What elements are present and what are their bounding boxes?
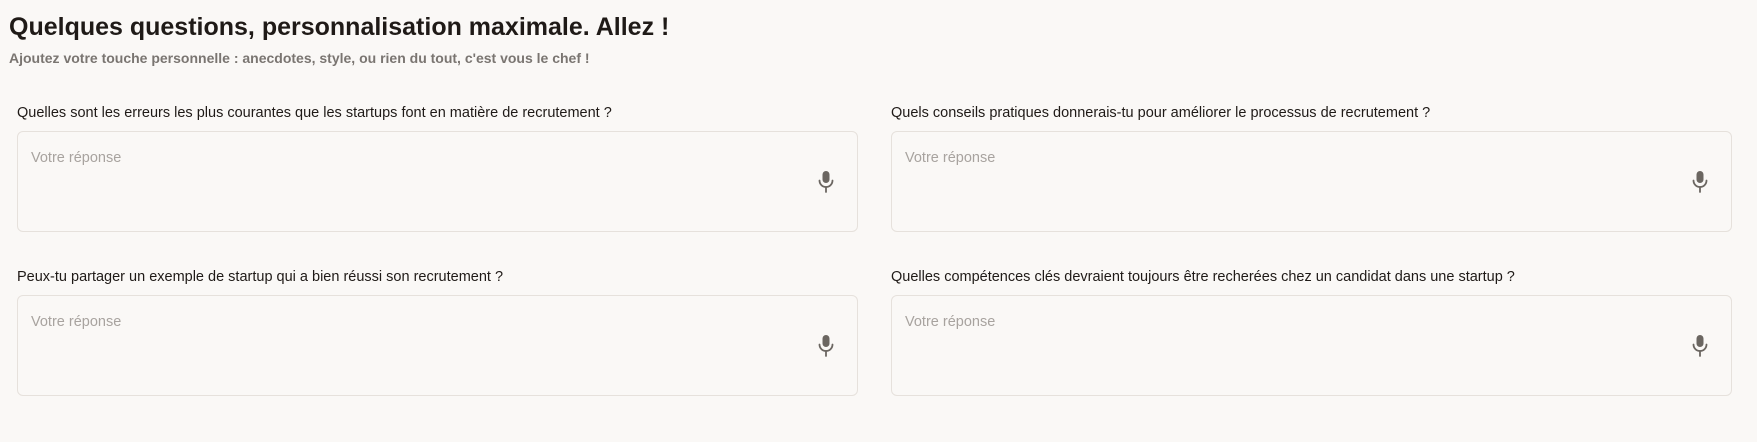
answer-input[interactable] [892, 132, 1682, 231]
answer-box [891, 131, 1732, 232]
microphone-icon [1692, 335, 1708, 357]
answer-box [891, 295, 1732, 396]
question-label: Quelles compétences clés devraient toujo… [891, 269, 1515, 285]
microphone-icon [818, 171, 834, 193]
question-label: Peux-tu partager un exemple de startup q… [17, 269, 504, 285]
question-block-3: Peux-tu partager un exemple de startup q… [17, 268, 858, 396]
page-subtitle: Ajoutez votre touche personnelle : anecd… [9, 50, 590, 66]
answer-input[interactable] [18, 296, 808, 395]
question-block-2: Quels conseils pratiques donnerais-tu po… [891, 104, 1732, 232]
voice-input-button[interactable] [1690, 170, 1710, 194]
microphone-icon [1692, 171, 1708, 193]
answer-box [17, 295, 858, 396]
page-title: Quelques questions, personnalisation max… [9, 13, 670, 41]
microphone-icon [818, 335, 834, 357]
voice-input-button[interactable] [816, 334, 836, 358]
answer-input[interactable] [18, 132, 808, 231]
answer-box [17, 131, 858, 232]
answer-input[interactable] [892, 296, 1682, 395]
question-block-1: Quelles sont les erreurs les plus couran… [17, 104, 858, 232]
question-label: Quels conseils pratiques donnerais-tu po… [891, 105, 1431, 121]
voice-input-button[interactable] [1690, 334, 1710, 358]
question-block-4: Quelles compétences clés devraient toujo… [891, 268, 1732, 396]
voice-input-button[interactable] [816, 170, 836, 194]
questions-page: Quelques questions, personnalisation max… [0, 0, 1757, 442]
question-label: Quelles sont les erreurs les plus couran… [17, 105, 612, 121]
